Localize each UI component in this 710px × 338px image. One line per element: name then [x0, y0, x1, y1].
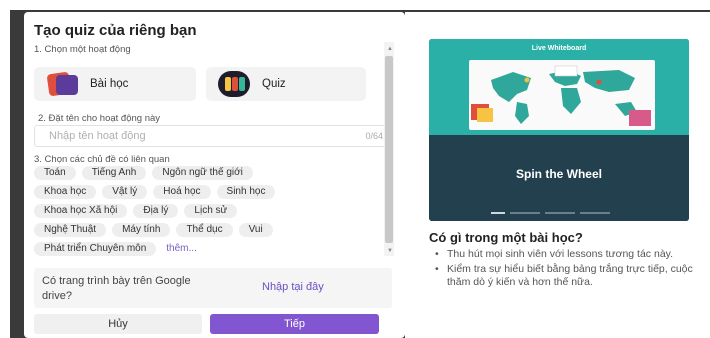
topic-chip[interactable]: Lịch sử — [184, 204, 238, 218]
carousel-dot-2[interactable] — [510, 212, 540, 214]
activity-option-label: Bài học — [90, 78, 129, 90]
carousel-dot-1[interactable] — [491, 212, 505, 214]
lesson-info-point: Kiểm tra sự hiểu biết bằng bảng trắng tr… — [429, 263, 699, 289]
gdrive-question: Có trang trình bày trên Google drive? — [42, 275, 191, 302]
topic-chip[interactable]: Máy tính — [112, 223, 171, 237]
chip-row: Nghệ Thuật Máy tính Thể dục Vui — [34, 223, 394, 237]
import-here-link[interactable]: Nhập tại đây — [262, 281, 324, 293]
create-quiz-panel: Tạo quiz của riêng bạn 1. Chọn một hoạt … — [24, 12, 405, 338]
scroll-down-icon[interactable]: ▼ — [387, 248, 393, 254]
carousel-dot-4[interactable] — [580, 212, 610, 214]
lesson-book-icon — [46, 71, 80, 97]
scroll-up-icon[interactable]: ▲ — [387, 46, 393, 52]
topic-chip[interactable]: Nghệ Thuật — [34, 223, 107, 237]
form-scroll-area[interactable]: 1. Chọn một hoạt động Bài học Quiz 2. Đặ… — [24, 42, 394, 264]
more-topics-link[interactable]: thêm... — [166, 242, 197, 256]
topic-chip-list: Toán Tiếng Anh Ngôn ngữ thế giới Khoa họ… — [34, 166, 394, 261]
topic-chip[interactable]: Khoa học Xã hội — [34, 204, 128, 218]
topic-chip[interactable]: Ngôn ngữ thế giới — [152, 166, 253, 180]
next-button[interactable]: Tiếp — [210, 314, 379, 334]
topic-chip[interactable]: Phát triển Chuyên môn — [34, 242, 157, 256]
form-scrollbar[interactable]: ▲ ▼ — [384, 42, 394, 256]
activity-option-lesson[interactable]: Bài học — [34, 67, 196, 101]
activity-option-quiz[interactable]: Quiz — [206, 67, 366, 101]
step3-label: 3. Chọn các chủ đề có liên quan — [34, 154, 170, 165]
topic-chip[interactable]: Khoa học — [34, 185, 97, 199]
lesson-info-panel: Live Whiteboard Spin the Wheel Có gì tro… — [405, 12, 710, 338]
activity-name-input[interactable] — [35, 126, 335, 146]
whiteboard-illustration — [469, 60, 655, 130]
chip-row: Khoa học Vật lý Hoá học Sinh học — [34, 185, 394, 199]
topic-chip[interactable]: Hoá học — [153, 185, 211, 199]
google-drive-import-box: Có trang trình bày trên Google drive? Nh… — [34, 268, 392, 308]
chip-row: Phát triển Chuyên môn thêm... — [34, 242, 394, 256]
lesson-info-point: Thu hút mọi sinh viên với lessons tương … — [429, 248, 699, 261]
preview-caption: Spin the Wheel — [515, 167, 602, 181]
quiz-icon — [218, 71, 252, 97]
topic-chip[interactable]: Địa lý — [133, 204, 179, 218]
carousel-dot-3[interactable] — [545, 212, 575, 214]
topic-chip[interactable]: Thể dục — [176, 223, 233, 237]
lesson-info-list: Thu hút mọi sinh viên với lessons tương … — [429, 248, 699, 291]
char-counter: 0/64 — [365, 131, 383, 141]
topic-chip[interactable]: Toán — [34, 166, 76, 180]
activity-option-label: Quiz — [262, 78, 286, 90]
topic-chip[interactable]: Vui — [238, 223, 273, 237]
activity-name-field[interactable]: 0/64 — [34, 125, 390, 147]
topic-chip[interactable]: Sinh học — [216, 185, 276, 199]
lesson-info-title: Có gì trong một bài học? — [429, 230, 583, 245]
chip-row: Khoa học Xã hội Địa lý Lịch sử — [34, 204, 394, 218]
topic-chip[interactable]: Vật lý — [102, 185, 148, 199]
preview-top-label: Live Whiteboard — [531, 45, 587, 52]
world-map-icon — [471, 65, 651, 126]
panel-title: Tạo quiz của riêng bạn — [34, 22, 197, 39]
step2-label: 2. Đặt tên cho hoạt động này — [38, 113, 161, 124]
cancel-button[interactable]: Hủy — [34, 314, 202, 334]
topic-chip[interactable]: Tiếng Anh — [81, 166, 147, 180]
carousel-indicators — [491, 212, 615, 214]
feature-preview-carousel[interactable]: Live Whiteboard Spin the Wheel — [429, 39, 689, 221]
step1-label: 1. Chọn một hoạt động — [34, 44, 131, 55]
scrollbar-thumb[interactable] — [385, 56, 393, 243]
chip-row: Toán Tiếng Anh Ngôn ngữ thế giới — [34, 166, 394, 180]
